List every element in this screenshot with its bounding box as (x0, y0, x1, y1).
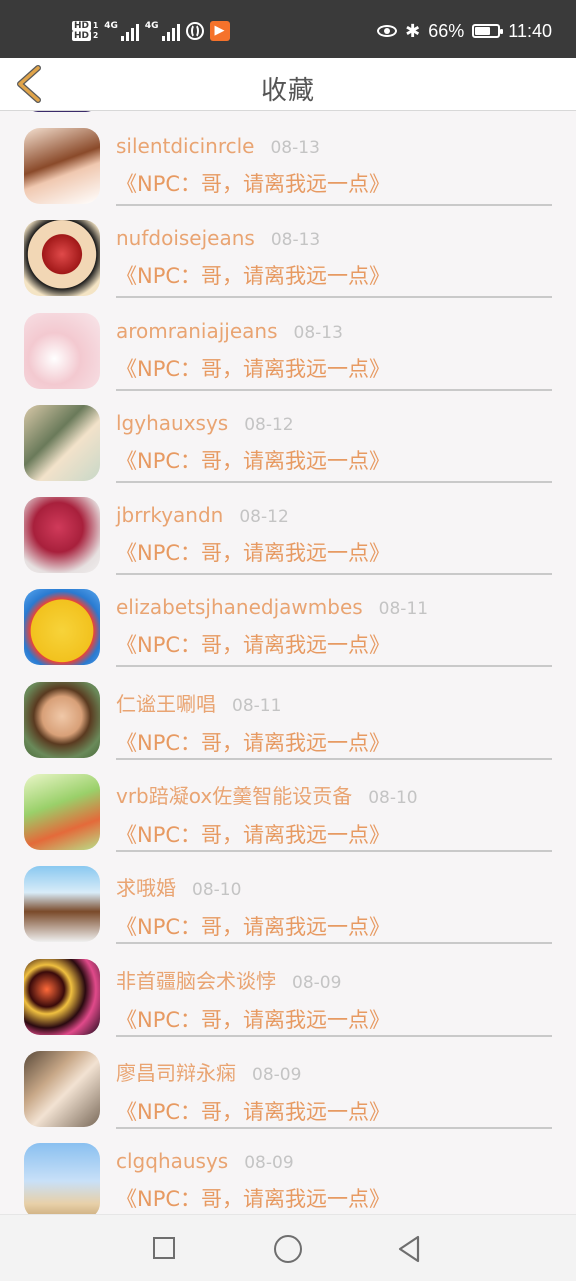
user-name[interactable]: elizabetsjhanedjawmbes (116, 595, 363, 619)
favorite-date: 08-11 (378, 599, 429, 620)
signal-icon-2: 4G (145, 21, 180, 41)
favorite-date: 08-12 (239, 507, 289, 528)
item-header: 求哦婚 08-10 (116, 872, 552, 901)
bluetooth-icon: ✱ (405, 20, 421, 41)
user-name[interactable]: silentdicinrcle (116, 134, 254, 158)
user-name[interactable]: vrb踣凝ox佐羹智能设贡备 (116, 780, 352, 809)
hd-indicators: HD 1 HD 2 (72, 21, 98, 41)
recent-apps-icon[interactable] (153, 1237, 175, 1259)
user-name[interactable]: 非首疆脑会术谈悖 (116, 965, 276, 994)
battery-icon (472, 24, 504, 38)
eye-icon (377, 25, 398, 37)
app-notification-icon: ▶ (209, 21, 230, 41)
status-bar: HD 1 HD 2 4G 4G ▶ ✱ 66% 11:40 (0, 0, 576, 58)
item-header: 非首疆脑会术谈悖 08-09 (116, 965, 552, 994)
favorite-date: 08-09 (292, 972, 342, 993)
user-name[interactable]: lgyhauxsys (116, 411, 228, 435)
favorite-date: 08-13 (270, 230, 321, 251)
item-header: 仁谧王唰唱 08-11 (116, 688, 552, 717)
battery-percent: 66% (428, 20, 465, 41)
favorite-date: 08-13 (270, 138, 320, 158)
item-header: 廖昌司辩永痫 08-09 (116, 1057, 552, 1086)
list-item[interactable]: 非首疆脑会术谈悖 08-09 《NPC：哥，请离我远一点》 (0, 909, 576, 1037)
favorite-date: 08-10 (192, 880, 242, 901)
list-item[interactable]: vrb踣凝ox佐羹智能设贡备 08-10 《NPC：哥，请离我远一点》 (0, 724, 576, 853)
item-header: jbrrkyandn 08-12 (116, 503, 552, 527)
favorite-date: 08-09 (252, 1064, 302, 1085)
page-title: 收藏 (260, 76, 315, 106)
globe-icon (185, 22, 204, 40)
hd2-label: HD (72, 31, 92, 41)
favorite-date: 08-11 (232, 695, 282, 716)
list-item[interactable]: lgyhauxsys 08-12 《NPC：哥，请离我远一点》 (0, 355, 576, 483)
user-name[interactable]: 廖昌司辩永痫 (116, 1057, 236, 1086)
hd2-sub: 2 (93, 31, 99, 40)
user-name[interactable]: 求哦婚 (116, 872, 176, 901)
user-name[interactable]: jbrrkyandn (116, 503, 223, 527)
list-item[interactable]: nufdoisejeans 08-13 《NPC：哥，请离我远一点》 (0, 170, 576, 299)
book-title[interactable]: 《NPC：哥，请离我远一点》 (116, 1183, 552, 1213)
favorite-date: 08-10 (368, 788, 418, 809)
list-item[interactable]: elizabetsjhanedjawmbes 08-11 《NPC：哥，请离我远一点… (0, 539, 576, 668)
item-header: nufdoisejeans 08-13 (116, 226, 552, 250)
user-name[interactable]: clgqhausys (116, 1149, 228, 1173)
clock: 11:40 (508, 20, 552, 41)
item-info: clgqhausys 08-09 《NPC：哥，请离我远一点》 (116, 1149, 552, 1222)
net1-label: 4G (104, 21, 118, 31)
list-item[interactable]: aromraniajjeans 08-13 《NPC：哥，请离我远一点》 (0, 263, 576, 391)
status-left: HD 1 HD 2 4G 4G ▶ (72, 14, 230, 48)
user-name[interactable]: aromraniajjeans (116, 319, 278, 343)
favorite-date: 08-13 (293, 322, 343, 343)
battery-fill (475, 27, 491, 35)
nav-back-icon[interactable] (396, 1235, 422, 1263)
user-name[interactable]: 仁谧王唰唱 (116, 688, 216, 717)
item-header: clgqhausys 08-09 (116, 1149, 552, 1173)
item-header: silentdicinrcle 08-13 (116, 134, 552, 158)
item-header: lgyhauxsys 08-12 (116, 411, 552, 435)
avatar[interactable] (24, 1143, 100, 1220)
app-header: 收藏 (0, 58, 576, 111)
favorite-date: 08-09 (244, 1153, 294, 1174)
favorite-date: 08-12 (244, 414, 294, 435)
list-item[interactable]: jbrrkyandn 08-12 《NPC：哥，请离我远一点》 (0, 447, 576, 576)
list-item[interactable]: 求哦婚 08-10 《NPC：哥，请离我远一点》 (0, 816, 576, 945)
user-name[interactable]: nufdoisejeans (116, 226, 255, 250)
favorites-list[interactable]: silentdicinrcle 08-13 《NPC：哥，请离我远一点》 nufdoi… (0, 78, 576, 1222)
list-item[interactable]: 仁谧王唰唱 08-11 《NPC：哥，请离我远一点》 (0, 632, 576, 760)
home-icon[interactable] (274, 1235, 302, 1263)
item-header: vrb踣凝ox佐羹智能设贡备 08-10 (116, 780, 552, 809)
status-right: ✱ 66% 11:40 (377, 14, 552, 48)
hd1-label: HD (72, 21, 92, 31)
system-nav-bar (0, 1214, 576, 1281)
list-item[interactable]: clgqhausys 08-09 《NPC：哥，请离我远一点》 (0, 1093, 576, 1222)
item-header: aromraniajjeans 08-13 (116, 319, 552, 343)
item-header: elizabetsjhanedjawmbes 08-11 (116, 595, 552, 619)
list-item[interactable]: 廖昌司辩永痫 08-09 《NPC：哥，请离我远一点》 (0, 1001, 576, 1129)
net2-label: 4G (144, 21, 159, 31)
signal-icon-1: 4G (104, 21, 139, 41)
hd1-sub: 1 (93, 21, 99, 30)
